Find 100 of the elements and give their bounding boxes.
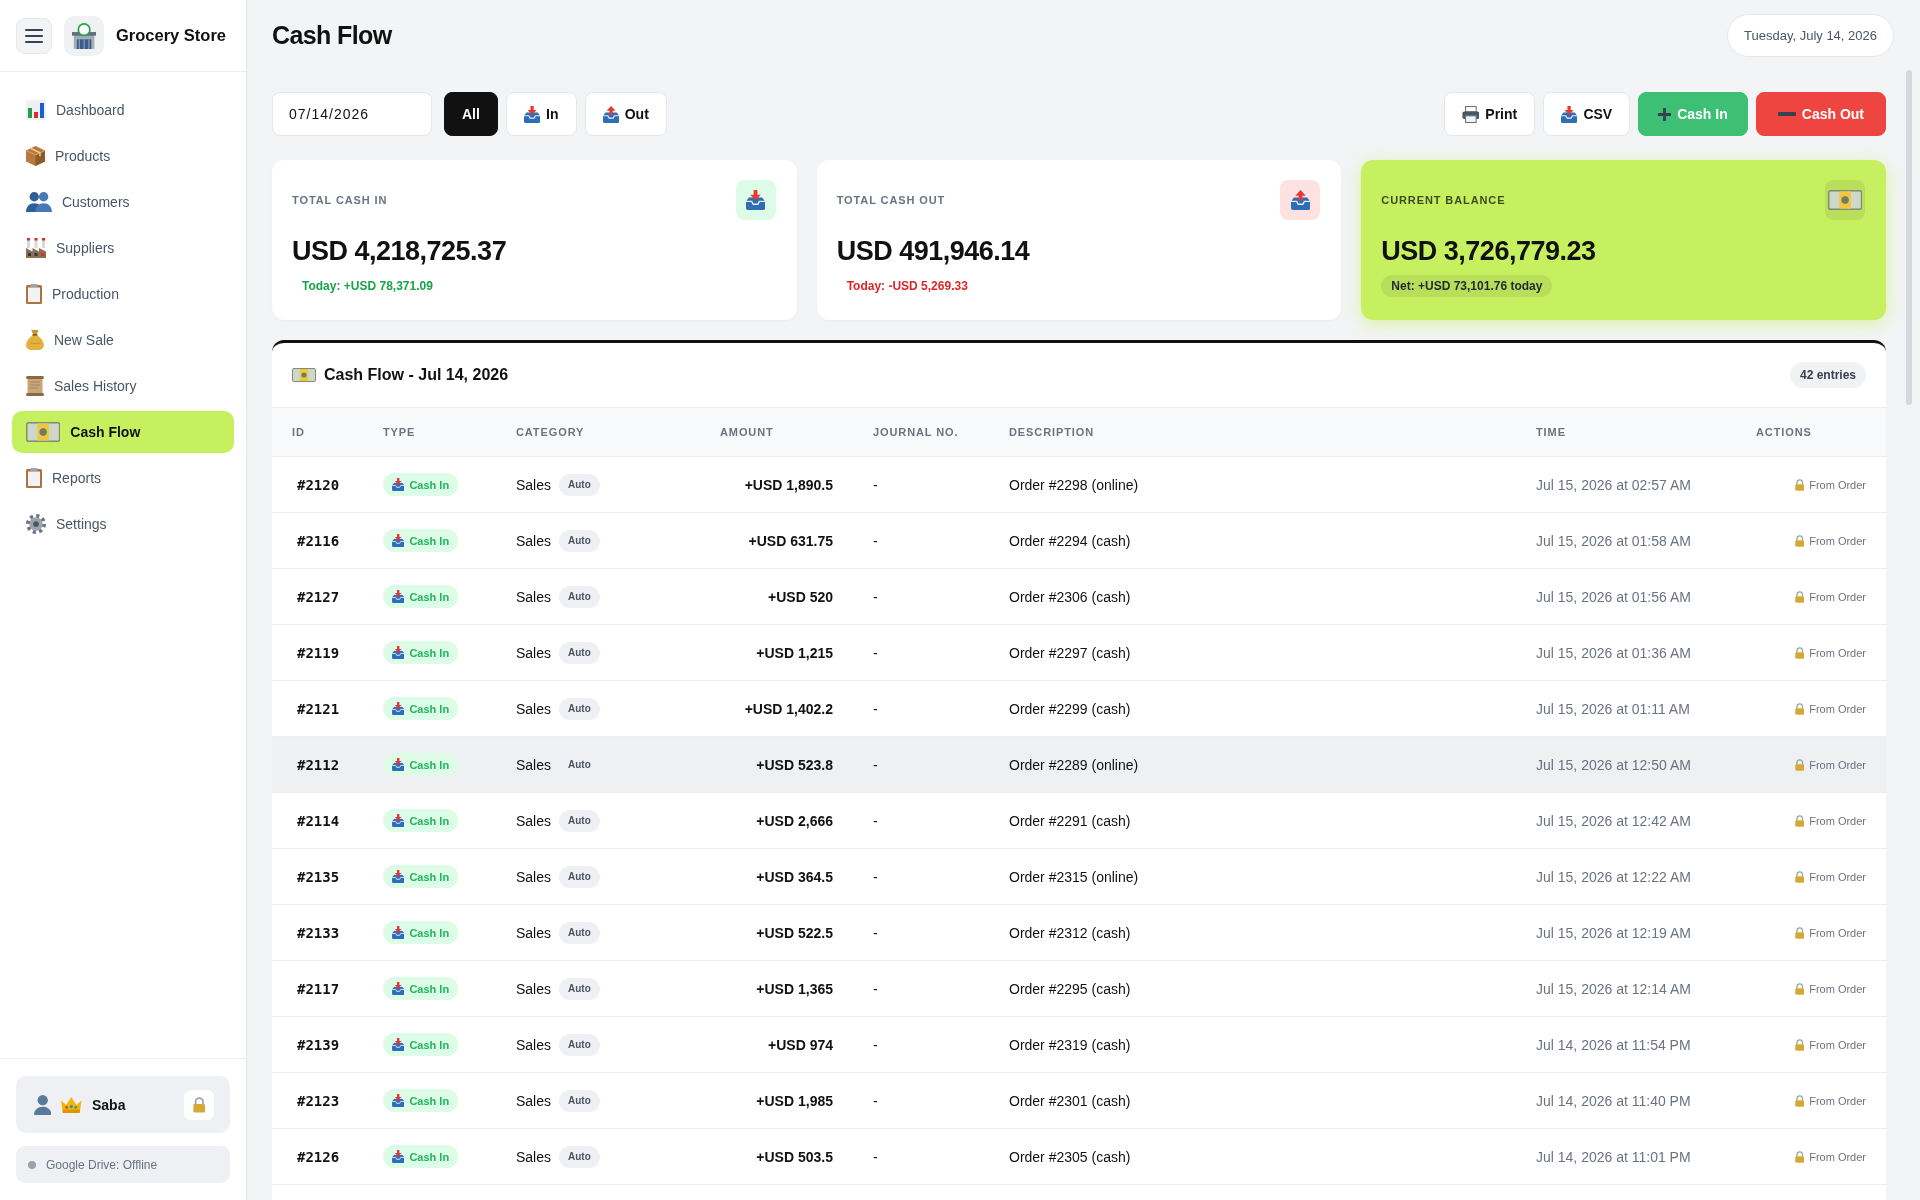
description-cell-text: Order #2294 (cash) xyxy=(1008,532,1132,549)
auto-tag: Auto xyxy=(559,977,600,1000)
time-cell-text: Jul 15, 2026 at 01:11 AM xyxy=(1535,700,1691,717)
amount-cell-text: +USD 2,666 xyxy=(755,812,834,829)
lock-icon xyxy=(1794,534,1805,547)
from-order-label: From Order xyxy=(1809,702,1866,715)
inbox-tray-icon xyxy=(392,590,405,603)
banknote-icon xyxy=(26,422,61,442)
journal-cell-text: - xyxy=(872,812,879,829)
journal-cell-text: - xyxy=(872,868,879,885)
from-order-label: From Order xyxy=(1809,478,1866,491)
card-label: TOTAL CASH OUT xyxy=(836,194,946,206)
description-cell-text: Order #2299 (cash) xyxy=(1008,700,1132,717)
card-value: USD 4,218,725.37 xyxy=(292,235,508,268)
from-order-label: From Order xyxy=(1809,870,1866,883)
today-change: Today: +USD 78,371.09 xyxy=(301,278,434,295)
minus-icon xyxy=(1777,112,1796,116)
time-cell-text: Jul 14, 2026 at 11:40 PM xyxy=(1535,1092,1692,1109)
cash-out-button[interactable]: Cash Out xyxy=(1755,92,1886,136)
date-field[interactable]: 07/14/2026 xyxy=(272,92,432,136)
from-order-label: From Order xyxy=(1809,1094,1866,1107)
sidebar-item[interactable]: Production xyxy=(12,273,234,315)
scrollbar-thumb[interactable] xyxy=(1906,70,1912,405)
filter-tab[interactable]: All xyxy=(444,92,498,136)
lock-icon xyxy=(1794,478,1805,491)
sidebar-item[interactable]: Cash Flow xyxy=(12,411,234,453)
category-text: Sales xyxy=(516,588,552,605)
inbox-tray-icon xyxy=(392,758,405,771)
type-label: Cash In xyxy=(409,814,450,827)
clipboard-icon xyxy=(26,468,42,488)
id-cell-text: #2127 xyxy=(296,588,341,605)
description-cell-text: Order #2305 (cash) xyxy=(1008,1148,1132,1165)
column-header: ID xyxy=(291,426,306,438)
sidebar-item[interactable]: Sales History xyxy=(12,365,234,407)
lock-icon xyxy=(1794,926,1805,939)
print-button[interactable]: Print xyxy=(1443,92,1536,136)
user-name: Saba xyxy=(92,1096,127,1113)
amount-cell-text: +USD 1,985 xyxy=(755,1092,834,1109)
journal-cell-text: - xyxy=(872,644,879,661)
lock-icon xyxy=(1794,1094,1805,1107)
inbox-tray-icon xyxy=(392,926,405,939)
sidebar-item[interactable]: Reports xyxy=(12,457,234,499)
id-cell-text: #2133 xyxy=(296,924,341,941)
type-label: Cash In xyxy=(409,534,450,547)
lock-button[interactable] xyxy=(184,1089,214,1120)
sidebar-item[interactable]: Dashboard xyxy=(12,89,234,131)
sidebar-item[interactable]: New Sale xyxy=(12,319,234,361)
banknote-icon xyxy=(292,368,316,382)
store-building-icon xyxy=(64,15,104,56)
category-text: Sales xyxy=(516,1092,552,1109)
category-text: Sales xyxy=(516,476,552,493)
card-label: CURRENT BALANCE xyxy=(1381,194,1506,206)
sidebar-item[interactable]: Suppliers xyxy=(12,227,234,269)
sidebar-item[interactable]: Customers xyxy=(12,181,234,223)
filter-tab[interactable]: In xyxy=(505,92,577,136)
inbox-tray-icon xyxy=(392,702,405,715)
auto-tag: Auto xyxy=(559,697,600,720)
person-icon xyxy=(34,1094,52,1115)
time-cell-text: Jul 15, 2026 at 12:19 AM xyxy=(1535,924,1692,941)
inbox-tray-icon xyxy=(392,870,405,883)
journal-cell-text: - xyxy=(872,700,879,717)
sidebar-item[interactable]: Settings xyxy=(12,503,234,545)
menu-icon xyxy=(25,28,43,43)
column-header: ACTIONS xyxy=(1755,426,1813,438)
filter-tab[interactable]: Out xyxy=(584,92,667,136)
description-cell-text: Order #2291 (cash) xyxy=(1008,812,1132,829)
inbox-tray-icon xyxy=(392,1094,405,1107)
lock-icon xyxy=(1794,982,1805,995)
from-order-label: From Order xyxy=(1809,590,1866,603)
inbox-tray-icon xyxy=(392,646,405,659)
printer-icon xyxy=(1461,105,1480,123)
inbox-tray-icon xyxy=(523,105,541,123)
type-label: Cash In xyxy=(409,646,450,659)
journal-cell-text: - xyxy=(872,756,879,773)
type-label: Cash In xyxy=(409,1094,450,1107)
store-name: Grocery Store xyxy=(116,26,227,45)
money-bag-icon xyxy=(26,330,44,350)
csv-button[interactable]: CSV xyxy=(1543,92,1631,136)
journal-cell-text: - xyxy=(872,1092,879,1109)
category-text: Sales xyxy=(516,700,552,717)
category-text: Sales xyxy=(516,868,552,885)
category-text: Sales xyxy=(516,924,552,941)
people-icon xyxy=(26,192,52,212)
menu-button[interactable] xyxy=(16,17,52,54)
amount-cell-text: +USD 520 xyxy=(767,588,834,605)
description-cell-text: Order #2315 (online) xyxy=(1008,868,1140,885)
column-header: TIME xyxy=(1535,426,1567,438)
from-order-label: From Order xyxy=(1809,758,1866,771)
lock-icon xyxy=(1794,1038,1805,1051)
card-value: USD 491,946.14 xyxy=(836,235,1031,268)
auto-tag: Auto xyxy=(559,641,600,664)
inbox-tray-icon xyxy=(735,180,776,220)
sidebar-item[interactable]: Products xyxy=(12,135,234,177)
time-cell-text: Jul 15, 2026 at 02:57 AM xyxy=(1535,476,1692,493)
id-cell-text: #2114 xyxy=(296,812,341,829)
today-change: Today: -USD 5,269.33 xyxy=(845,278,969,295)
type-label: Cash In xyxy=(409,758,450,771)
amount-cell-text: +USD 1,365 xyxy=(755,980,834,997)
category-text: Sales xyxy=(516,980,552,997)
from-order-label: From Order xyxy=(1809,982,1866,995)
